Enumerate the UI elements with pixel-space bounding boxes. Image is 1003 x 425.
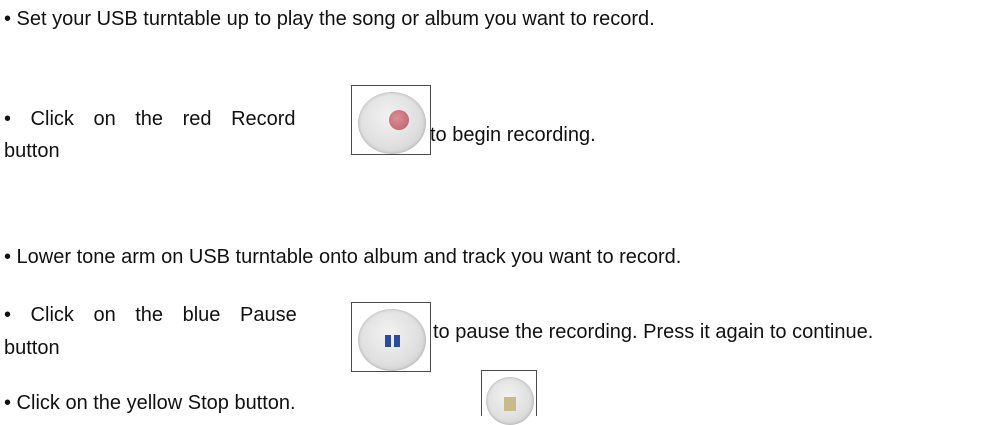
step-4-text-after: to pause the recording. Press it again t… bbox=[433, 321, 874, 343]
stop-button-icon bbox=[481, 370, 537, 425]
step-1-text: • Set your USB turntable up to play the … bbox=[4, 8, 655, 30]
step-2-text-line1: • Click on the red Record bbox=[4, 108, 296, 130]
step-2-text-after: to begin recording. bbox=[430, 124, 596, 146]
step-4-text-line1: • Click on the blue Pause bbox=[4, 304, 297, 326]
step-3-text: • Lower tone arm on USB turntable onto a… bbox=[4, 246, 682, 268]
stop-square-icon bbox=[504, 397, 516, 411]
pause-button-icon bbox=[351, 302, 431, 372]
record-dot-icon bbox=[389, 110, 409, 130]
step-5-text: • Click on the yellow Stop button. bbox=[4, 392, 296, 414]
pause-bar-right bbox=[394, 335, 400, 347]
record-button-icon bbox=[351, 85, 431, 155]
pause-button-knob bbox=[358, 309, 426, 371]
pause-bar-left bbox=[385, 335, 391, 347]
step-4-text-line2: button bbox=[4, 337, 60, 359]
step-2-text-line2: button bbox=[4, 140, 60, 162]
